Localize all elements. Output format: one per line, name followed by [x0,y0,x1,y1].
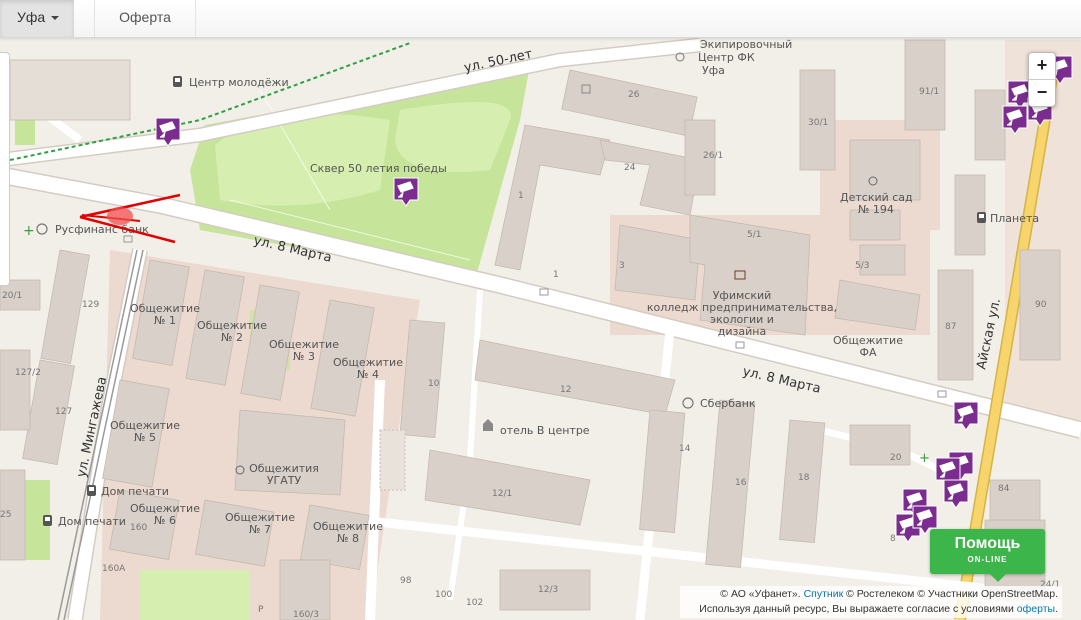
dorm-5-number: № 5 [134,431,156,444]
svg-text:160А: 160А [102,564,126,574]
help-bubble-tail [990,574,1006,582]
svg-text:3: 3 [619,261,625,271]
svg-text:102: 102 [466,598,483,608]
map-svg: ул. 50-лет ул. 8 Марта ул. 8 Марта ул. М… [0,38,1081,620]
pharmacy-icon: + [23,223,35,239]
help-title: Помощь [954,535,1021,552]
svg-text:1: 1 [518,191,524,201]
svg-text:26: 26 [628,90,640,100]
svg-text:26/1: 26/1 [703,151,723,161]
svg-text:14: 14 [679,444,691,454]
svg-text:127/2: 127/2 [15,368,41,378]
center-fk-label: Центр ФК [698,51,755,64]
svg-text:87: 87 [945,322,956,332]
dorm-2-number: № 2 [221,331,243,344]
svg-text:84: 84 [998,484,1010,494]
svg-text:160/3: 160/3 [293,610,319,620]
dom-pechati-label-1: Дом печати [101,485,169,498]
attribution-line-1: © АО «Уфанет». Спутник © Ростелеком © Уч… [680,587,1058,602]
attribution-period: . [1055,603,1058,615]
svg-text:20: 20 [890,453,902,463]
help-subtitle: ON-LINE [967,555,1008,564]
dorm-6-number: № 6 [154,514,176,527]
dorm-fa-label-2: ФА [860,346,877,359]
bus-stop-icon [87,485,96,496]
svg-text:12/1: 12/1 [492,489,512,499]
dorm-8-number: № 8 [337,532,359,545]
center-youth-label: Центр молодёжи [189,76,289,89]
svg-text:98: 98 [400,576,412,586]
kindergarten-label-2: № 194 [858,203,894,216]
map-attribution: © АО «Уфанет». Спутник © Ростелеком © Уч… [680,586,1062,618]
svg-text:91/1: 91/1 [919,87,939,97]
zoom-control: + − [1028,52,1056,107]
svg-text:24: 24 [624,163,636,173]
dom-pechati-label-2: Дом печати [58,515,126,528]
park-label: Сквер 50 летия победы [310,162,447,175]
dorms-ugatu-label-2: УГАТУ [267,474,302,487]
pharmacy-icon: + [919,451,930,466]
attribution-terms: Используя данный ресурс, Вы выражаете со… [699,603,1014,615]
svg-text:8: 8 [890,534,896,544]
zoom-out-button[interactable]: − [1029,80,1055,106]
bus-stop-icon [173,76,182,87]
dorm-7-number: № 7 [249,523,271,536]
attribution-suffix: © Ростелеком © Участники OpenStreetMap. [846,588,1058,600]
svg-text:12: 12 [560,385,571,395]
svg-text:127: 127 [55,407,72,417]
svg-text:90: 90 [1035,300,1047,310]
planeta-label: Планета [990,212,1039,225]
dorm-3-number: № 3 [293,350,315,363]
city-dropdown[interactable]: Уфа [0,0,74,37]
college-label-4: дизайна [718,325,766,338]
zoom-in-button[interactable]: + [1029,53,1055,79]
svg-text:1: 1 [553,270,559,280]
svg-text:160: 160 [130,523,147,533]
svg-text:20/1: 20/1 [2,291,22,301]
attribution-prefix: © АО «Уфанет». [720,588,801,600]
offer-tab[interactable]: Оферта [94,0,196,37]
sberbank-label: Сбербанк [700,397,756,410]
bus-stop-icon [43,515,52,526]
ufa-label: Уфа [702,64,725,77]
svg-text:P: P [258,605,264,615]
svg-text:12/3: 12/3 [538,585,558,595]
svg-text:5/1: 5/1 [747,230,761,240]
green-patch-4 [140,570,250,620]
sputnik-link[interactable]: Спутник [804,588,844,600]
top-navbar: Уфа Оферта [0,0,1081,38]
svg-text:5/3: 5/3 [855,261,869,271]
offers-link[interactable]: оферты [1017,603,1055,615]
bus-stop-icon [977,212,986,223]
hotel-label: отель В центре [500,424,590,437]
svg-text:30/1: 30/1 [808,118,828,128]
city-dropdown-label: Уфа [17,9,46,25]
dorm-4-number: № 4 [357,368,379,381]
help-online-button[interactable]: Помощь ON-LINE [930,529,1045,582]
svg-text:25: 25 [0,510,11,520]
svg-text:18: 18 [798,473,810,483]
dorm-1-number: № 1 [154,314,176,327]
equip-label: Экипировочный [700,38,792,51]
map-canvas[interactable]: ул. 50-лет ул. 8 Марта ул. 8 Марта ул. М… [0,38,1081,620]
svg-text:100: 100 [435,590,452,600]
svg-text:129: 129 [82,300,99,310]
caret-down-icon [51,16,60,21]
svg-text:16: 16 [735,478,747,488]
side-panel-handle[interactable] [0,52,10,286]
svg-text:10: 10 [428,379,440,389]
rusfinance-label: Русфинанс банк [55,223,149,236]
attribution-line-2: Используя данный ресурс, Вы выражаете со… [680,602,1058,617]
